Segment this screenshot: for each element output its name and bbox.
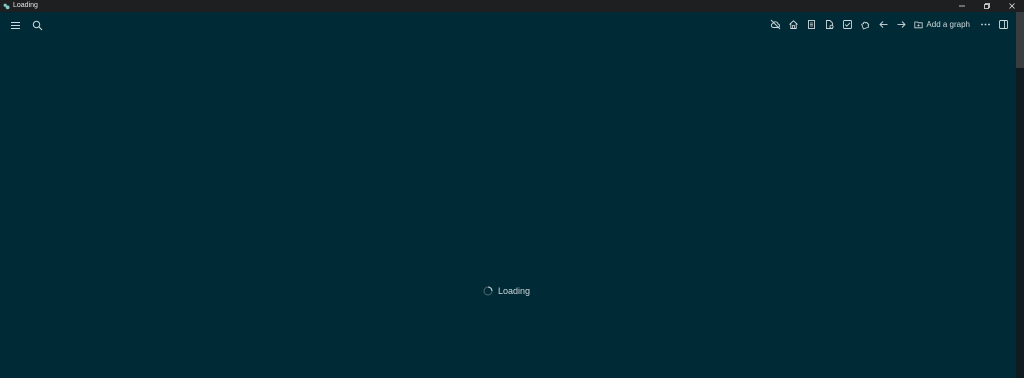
all-pages-button[interactable] xyxy=(822,17,836,31)
search-button[interactable] xyxy=(30,18,44,32)
sidebar-icon xyxy=(998,19,1008,29)
close-icon xyxy=(1008,3,1015,9)
window-title: Loading xyxy=(13,2,38,9)
home-icon xyxy=(789,19,798,29)
more-icon xyxy=(980,23,990,25)
home-button[interactable] xyxy=(786,17,800,31)
back-button[interactable] xyxy=(876,17,890,31)
toolbar-left xyxy=(6,18,46,32)
minimize-icon xyxy=(958,5,965,7)
window-controls xyxy=(949,0,1024,12)
toolbar-right: Add a graph xyxy=(766,17,1012,31)
sync-button[interactable] xyxy=(768,17,782,31)
add-graph-label: Add a graph xyxy=(926,19,970,29)
menu-icon xyxy=(10,21,20,29)
menu-button[interactable] xyxy=(8,18,22,32)
top-toolbar: Add a graph xyxy=(0,12,1016,38)
app-logo-icon xyxy=(3,3,10,10)
journals-icon xyxy=(807,19,815,29)
file-icon xyxy=(825,19,834,29)
task-icon xyxy=(842,19,852,29)
loading-indicator: Loading xyxy=(483,286,530,296)
scrollbar-thumb[interactable] xyxy=(1016,12,1024,68)
folder-icon xyxy=(914,21,924,28)
loading-text: Loading xyxy=(498,286,531,296)
add-graph-button[interactable]: Add a graph xyxy=(914,17,970,31)
puzzle-icon xyxy=(861,21,870,30)
back-icon xyxy=(879,20,888,28)
close-button[interactable] xyxy=(999,0,1024,12)
journals-button[interactable] xyxy=(804,17,818,31)
minimize-button[interactable] xyxy=(949,0,974,12)
more-button[interactable] xyxy=(978,17,992,31)
restore-icon xyxy=(983,3,990,9)
forward-icon xyxy=(897,20,906,28)
plugins-button[interactable] xyxy=(858,17,872,31)
search-icon xyxy=(32,20,42,30)
title-bar: Loading xyxy=(0,0,1024,12)
forward-button[interactable] xyxy=(894,17,908,31)
tasks-button[interactable] xyxy=(840,17,854,31)
spinner-icon xyxy=(483,286,493,296)
toggle-right-sidebar-button[interactable] xyxy=(996,17,1010,31)
restore-button[interactable] xyxy=(974,0,999,12)
app-window: Loading Add a graph Loading xyxy=(0,0,1024,378)
cloud-off-icon xyxy=(770,19,781,29)
